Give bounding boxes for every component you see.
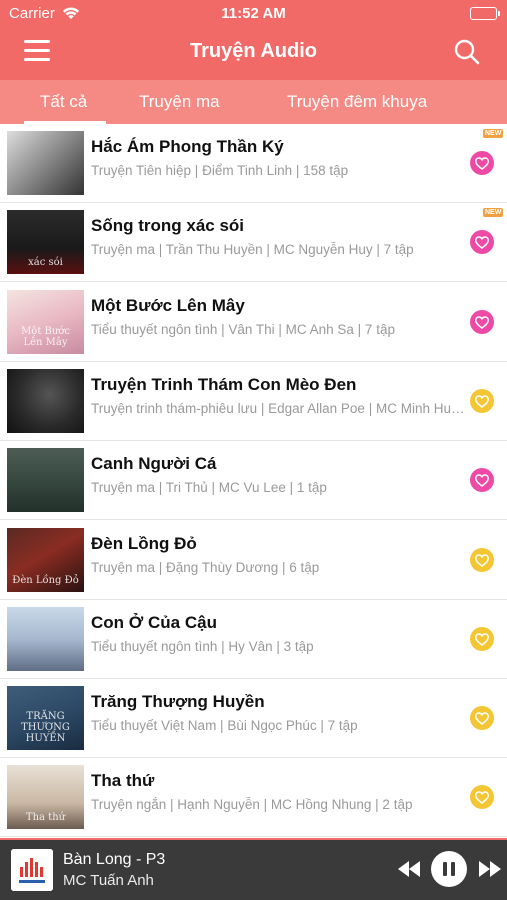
story-meta: Truyện ma | Trần Thu Huyền | MC Nguyễn H… [91,242,414,258]
list-item[interactable]: xác sói Sống trong xác sói Truyện ma | Trầ… [0,203,507,283]
favorite-button[interactable] [470,626,494,651]
page-title: Truyện Audio [189,40,318,62]
story-title: Sống trong xác sói [91,216,245,236]
story-title: Một Bước Lên Mây [91,295,245,315]
pause-button[interactable] [431,851,467,887]
story-cover-image: TRĂNG THƯỢNG HUYỀN [7,686,84,751]
favorite-button[interactable] [470,468,494,493]
list-item[interactable]: Một Bước Lên Mây Một Bước Lên Mây Tiểu thu… [0,282,507,362]
story-meta: Truyện trinh thám-phiêu lưu | Edgar Alla… [91,400,465,416]
favorite-button[interactable] [470,309,494,334]
list-item[interactable]: Canh Người Cá Truyện ma | Tri Thủ | MC Vu… [0,441,507,521]
story-title: Đèn Lồng Đỏ [91,533,197,553]
list-item[interactable]: TRĂNG THƯỢNG HUYỀN Trăng Thượng Huyền Tiểu… [0,679,507,759]
heart-icon [475,236,489,250]
story-meta: Tiểu thuyết Việt Nam | Bùi Ngọc Phúc | 7… [91,718,358,734]
story-list[interactable]: Hắc Ám Phong Thần Ký Truyện Tiên hiệp | Đ… [0,124,507,838]
new-badge: NEW [483,208,504,218]
story-title: Canh Người Cá [91,454,217,474]
story-meta: Tiểu thuyết ngôn tình | Vân Thi | MC Anh… [91,321,395,337]
navigation-bar: Truyện Audio [0,28,507,80]
status-time: 11:52 AM [221,5,286,22]
heart-icon [475,712,489,726]
status-bar: Carrier 11:52 AM [0,0,507,28]
new-badge: NEW [483,129,504,138]
story-cover-image: xác sói [7,210,84,275]
favorite-button[interactable] [470,151,494,175]
list-item[interactable]: Tha thứ Tha thứ Truyện ngắn | Hạnh Nguyễn … [0,758,507,838]
list-item[interactable]: Hắc Ám Phong Thần Ký Truyện Tiên hiệp | Đ… [0,124,507,203]
story-title: Truyện Trinh Thám Con Mèo Đen [91,374,357,394]
battery-icon [470,7,500,20]
story-cover-image [7,448,84,513]
rewind-icon [398,861,420,877]
story-cover-image [7,368,84,433]
player-narrator: MC Tuấn Anh [63,872,154,889]
previous-button[interactable] [397,860,421,883]
story-title: Trăng Thượng Huyền [91,692,265,712]
favorite-button[interactable] [470,785,494,810]
story-cover-image: Tha thứ [7,765,84,830]
story-meta: Tiểu thuyết ngôn tình | Hy Vân | 3 tập [91,638,314,654]
favorite-button[interactable] [470,388,494,413]
story-title: Tha thứ [91,771,155,791]
story-cover-image [7,131,84,195]
story-cover-image: Một Bước Lên Mây [7,289,84,354]
search-icon [454,39,480,65]
favorite-button[interactable] [470,706,494,731]
list-item[interactable]: Truyện Trinh Thám Con Mèo Đen Truyện trin… [0,361,507,441]
story-meta: Truyện ngắn | Hạnh Nguyễn | MC Hồng Nhun… [91,797,413,813]
list-item[interactable]: Đèn Lồng Đỏ Đèn Lồng Đỏ Truyện ma | Đặng T… [0,520,507,600]
heart-icon [475,553,489,567]
player-track-title: Bàn Long - P3 [63,851,166,868]
heart-icon [475,157,489,170]
player-artwork [11,849,53,891]
favorite-button[interactable] [470,547,494,572]
app-header: Carrier 11:52 AM Truyện Audio Tất cả Tru… [0,0,507,124]
search-button[interactable] [453,38,481,66]
tab-all[interactable]: Tất cả [40,92,87,112]
list-item[interactable]: Con Ở Của Cậu Tiểu thuyết ngôn tình | Hy … [0,599,507,679]
heart-icon [475,633,489,646]
story-title: Hắc Ám Phong Thần Ký [91,137,284,156]
pause-icon [443,862,447,876]
story-cover-image [7,606,84,671]
tab-night-stories[interactable]: Truyện đêm khuya [287,92,427,112]
category-tabs: Tất cả Truyện ma Truyện đêm khuya [0,80,507,124]
favorite-button[interactable] [470,230,494,255]
mini-player[interactable]: Bàn Long - P3 MC Tuấn Anh [0,838,507,900]
story-meta: Truyện Tiên hiệp | Điểm Tinh Linh | 158 … [91,163,349,178]
tab-ghost-stories[interactable]: Truyện ma [139,92,220,112]
story-meta: Truyện ma | Tri Thủ | MC Vu Lee | 1 tập [91,480,327,496]
fast-forward-icon [479,861,501,877]
story-meta: Truyện ma | Đặng Thùy Dương | 6 tập [91,559,320,575]
heart-icon [475,791,489,805]
next-button[interactable] [478,860,502,883]
story-title: Con Ở Của Cậu [91,612,217,632]
heart-icon [475,395,489,408]
heart-icon [475,315,489,329]
story-cover-image: Đèn Lồng Đỏ [7,527,84,592]
heart-icon [475,474,489,488]
